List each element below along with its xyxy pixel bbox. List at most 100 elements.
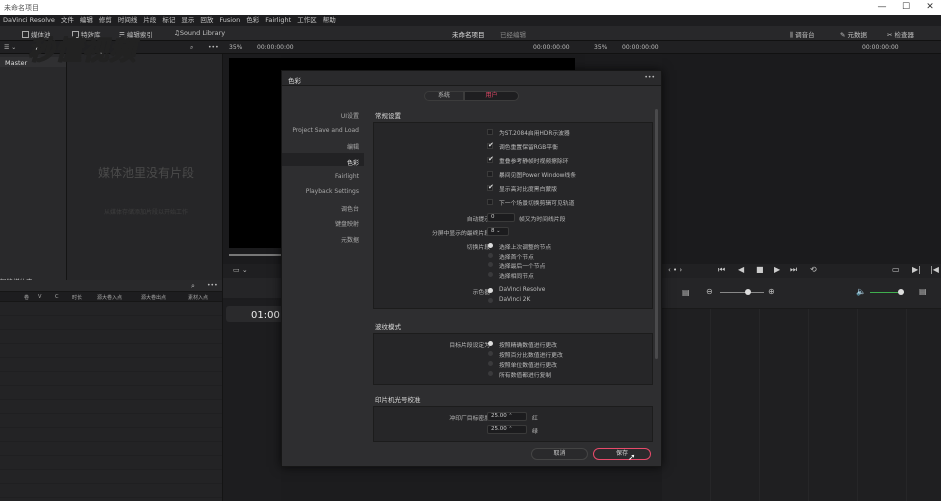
- menu-item-11[interactable]: Fairlight: [265, 15, 291, 26]
- stepper-icon[interactable]: ⌃: [507, 413, 512, 419]
- toolbar: 媒体池 特效库 ☰ 编辑索引 ♫Sound Library 未命名项目 已经编辑…: [0, 26, 941, 41]
- match-frame-icon[interactable]: ▭: [892, 265, 900, 274]
- play-icon[interactable]: ▶: [774, 265, 780, 274]
- viewer-mode-icon[interactable]: ▭ ⌄: [233, 266, 248, 274]
- column-header[interactable]: 素材入点: [188, 294, 208, 301]
- density-unit: 绿: [532, 429, 538, 435]
- jog-icon[interactable]: ‹ • ›: [668, 266, 682, 274]
- minimize-button[interactable]: —: [874, 2, 890, 12]
- timecode-right2: 00:00:00:00: [862, 44, 899, 51]
- menu-item-4[interactable]: 时间线: [118, 15, 138, 26]
- zoom-in-icon[interactable]: ⊕: [768, 287, 775, 296]
- density-input[interactable]: 25.00 ⌃: [487, 412, 527, 421]
- timeline-view-icon[interactable]: ▤: [682, 288, 690, 297]
- stepper-icon[interactable]: ⌃: [507, 426, 512, 432]
- split-input[interactable]: 8 ⌄: [487, 227, 509, 236]
- nav-item[interactable]: 色彩: [282, 158, 359, 167]
- radio-label: 按照精确数值进行更改: [499, 343, 557, 349]
- radio-button[interactable]: [488, 252, 493, 258]
- clip-switch-label: 切换片段: [466, 245, 490, 251]
- viewer-header: ☰ ⌄ ⌕ ••• 35% 00:00:00:00 00:00:00:00 35…: [0, 41, 941, 54]
- zoom-left[interactable]: 35%: [229, 44, 242, 51]
- volume-icon[interactable]: 🔈: [856, 287, 866, 296]
- nav-item[interactable]: UI设置: [282, 111, 359, 120]
- nav-item[interactable]: 键盘映射: [282, 219, 359, 228]
- next-clip-icon[interactable]: ▶|: [912, 265, 921, 274]
- dialog-scrollbar[interactable]: [655, 109, 658, 359]
- clip-list-header: 卷 V C 时长 源大卷入点 源大卷出点 素材入点: [0, 292, 222, 302]
- column-header[interactable]: C: [55, 294, 59, 300]
- nav-item[interactable]: Playback Settings: [282, 188, 359, 195]
- menu-item-9[interactable]: Fusion: [219, 15, 240, 26]
- go-end-icon[interactable]: ⏭: [790, 265, 797, 275]
- close-button[interactable]: ✕: [922, 2, 938, 12]
- cancel-button[interactable]: 取消: [531, 448, 588, 460]
- stop-icon[interactable]: ■: [756, 265, 764, 274]
- radio-button[interactable]: [488, 371, 493, 376]
- option-checkbox[interactable]: [487, 155, 494, 163]
- nav-item[interactable]: Fairlight: [282, 173, 359, 180]
- menu-item-6[interactable]: 标记: [162, 15, 175, 26]
- list-more-icon[interactable]: •••: [207, 282, 218, 289]
- radio-button[interactable]: [488, 361, 493, 366]
- menu-item-8[interactable]: 回放: [200, 15, 213, 26]
- tab-system[interactable]: 系统: [424, 91, 464, 101]
- column-header[interactable]: 源大卷入点: [97, 294, 122, 301]
- option-checkbox[interactable]: [487, 141, 494, 149]
- menu-item-10[interactable]: 色彩: [246, 15, 259, 26]
- zoom-right[interactable]: 35%: [594, 44, 607, 51]
- nav-item[interactable]: 调色台: [282, 204, 359, 213]
- option-checkbox[interactable]: [487, 199, 493, 205]
- nav-item[interactable]: Project Save and Load: [282, 127, 359, 134]
- audio-meter-icon[interactable]: ▤: [919, 287, 927, 296]
- nav-item[interactable]: 编辑: [282, 142, 359, 151]
- column-header[interactable]: 卷: [24, 294, 29, 301]
- option-checkbox[interactable]: [487, 183, 494, 191]
- menu-item-13[interactable]: 帮助: [323, 15, 336, 26]
- more-icon[interactable]: •••: [208, 44, 219, 51]
- column-header[interactable]: V: [38, 294, 41, 300]
- radio-button[interactable]: [488, 341, 493, 346]
- dialog-more-icon[interactable]: •••: [644, 74, 655, 81]
- radio-button[interactable]: [488, 297, 493, 303]
- mixer-button[interactable]: ⫼ 调音台: [790, 29, 815, 40]
- panel-options-icon[interactable]: ☰ ⌄: [4, 44, 16, 51]
- radio-button[interactable]: [488, 262, 493, 267]
- menu-item-0[interactable]: DaVinci Resolve: [3, 15, 55, 26]
- inspector-button[interactable]: ✂ 检查器: [887, 29, 914, 39]
- option-checkbox[interactable]: [487, 129, 493, 135]
- menu-item-1[interactable]: 文件: [61, 15, 74, 26]
- radio-button[interactable]: [488, 271, 493, 277]
- column-header[interactable]: 源大卷出点: [141, 294, 166, 301]
- menu-item-3[interactable]: 修剪: [99, 15, 112, 26]
- option-label: 为ST.2084启用HDR示波器: [499, 131, 570, 137]
- radio-button[interactable]: [488, 288, 493, 293]
- go-start-icon[interactable]: ⏮: [718, 265, 725, 275]
- autosave-input[interactable]: 0: [487, 213, 515, 222]
- metadata-button[interactable]: ✎ 元数据: [840, 29, 867, 39]
- prev-clip-icon[interactable]: |◀: [930, 265, 939, 274]
- radio-button[interactable]: [488, 243, 493, 248]
- menu-item-2[interactable]: 编辑: [80, 15, 93, 26]
- master-bin[interactable]: Master: [5, 59, 27, 67]
- density-unit: 红: [532, 416, 538, 422]
- menu-item-12[interactable]: 工作区: [297, 15, 317, 26]
- reverse-icon[interactable]: ◀: [738, 265, 744, 274]
- option-checkbox[interactable]: [487, 171, 493, 177]
- column-header[interactable]: 时长: [72, 294, 82, 301]
- tab-user[interactable]: 用户: [464, 91, 519, 101]
- loop-icon[interactable]: ⟲: [810, 265, 817, 274]
- sound-library-button[interactable]: ♫Sound Library: [174, 29, 225, 37]
- list-search-icon[interactable]: ⌕: [191, 282, 195, 291]
- inspector-label: 检查器: [894, 31, 915, 39]
- nav-item[interactable]: 元数据: [282, 235, 359, 244]
- maximize-button[interactable]: ☐: [898, 2, 914, 12]
- menu-item-5[interactable]: 片段: [143, 15, 156, 26]
- radio-button[interactable]: [488, 351, 493, 356]
- program-viewer: [662, 54, 941, 264]
- menu-item-7[interactable]: 显示: [181, 15, 194, 26]
- search-icon[interactable]: ⌕: [190, 44, 193, 52]
- density-input[interactable]: 25.00 ⌃: [487, 425, 527, 434]
- zoom-out-icon[interactable]: ⊖: [706, 287, 713, 296]
- save-button[interactable]: 保存: [593, 448, 651, 460]
